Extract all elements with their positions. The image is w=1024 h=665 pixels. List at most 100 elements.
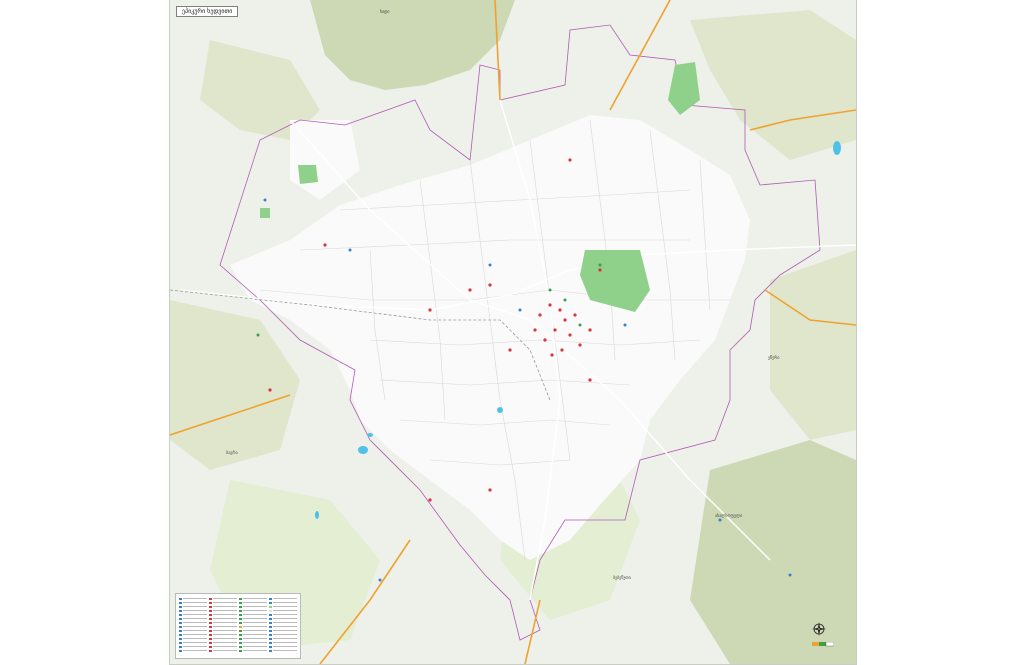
legend-row [179,629,207,632]
legend-symbol [179,629,182,632]
legend-row [239,649,267,652]
place-label-north: ხიდი [380,9,390,14]
legend-symbol [269,625,272,628]
legend-text [213,622,237,623]
legend-text [183,634,207,635]
legend-symbol [239,645,242,648]
legend-row [209,633,237,636]
legend-text [183,622,207,623]
legend-symbol [179,601,182,604]
legend-row [179,605,207,608]
legend-symbol [239,601,242,604]
legend-symbol [209,613,212,616]
legend-symbol [179,617,182,620]
map-sheet[interactable]: ეპიკური ხედვითი ხიდი ეწერი ბაგრა ახალსოფ… [169,0,857,665]
legend-symbol [179,597,182,600]
legend-row [269,617,297,620]
legend-symbol [209,601,212,604]
legend-text [273,618,297,619]
legend-row [209,617,237,620]
legend-row [179,633,207,636]
legend-text [273,610,297,611]
legend-row [179,613,207,616]
legend-text [213,642,237,643]
legend-row [269,601,297,604]
legend-text [183,630,207,631]
legend-text [273,622,297,623]
legend-text [273,650,297,651]
legend-row [269,633,297,636]
legend-symbol [179,641,182,644]
legend-row [209,641,237,644]
legend-text [183,598,207,599]
legend-row [209,609,237,612]
legend-row [269,605,297,608]
legend-text [213,650,237,651]
legend-symbol [239,621,242,624]
legend-symbol [209,637,212,640]
legend-symbol [209,617,212,620]
scale-bar [812,642,834,647]
place-label-west: ბაგრა [226,450,238,455]
legend-text [183,614,207,615]
legend-row [239,645,267,648]
legend-text [273,646,297,647]
legend-text [243,598,267,599]
place-label-south: ბებეწუთი [613,575,631,580]
legend-row [239,597,267,600]
legend-row [209,645,237,648]
legend-text [243,610,267,611]
legend-row [269,641,297,644]
legend-symbol [269,605,272,608]
legend-text [243,638,267,639]
legend-text [273,626,297,627]
small-park [260,208,270,218]
legend-text [213,598,237,599]
legend-text [183,606,207,607]
legend-row [269,609,297,612]
legend-text [243,626,267,627]
north-arrow-icon [812,622,826,636]
legend-symbol [239,641,242,644]
legend-text [183,610,207,611]
legend-row [239,613,267,616]
legend-text [183,638,207,639]
map-legend [175,593,301,659]
legend-symbol [179,645,182,648]
legend-text [213,626,237,627]
legend-symbol [209,597,212,600]
legend-text [243,618,267,619]
legend-text [243,650,267,651]
legend-text [213,614,237,615]
legend-text [213,634,237,635]
legend-symbol [209,605,212,608]
legend-row [239,641,267,644]
legend-symbol [179,605,182,608]
legend-text [213,638,237,639]
legend-symbol [239,617,242,620]
legend-row [269,637,297,640]
legend-text [273,602,297,603]
legend-symbol [209,621,212,624]
place-label-southeast: ახალსოფელი [715,513,743,518]
legend-symbol [239,605,242,608]
legend-column-2 [209,597,237,653]
legend-symbol [269,649,272,652]
legend-text [243,646,267,647]
legend-row [269,613,297,616]
legend-row [269,645,297,648]
legend-row [269,625,297,628]
legend-symbol [209,633,212,636]
map-canvas[interactable] [170,0,856,664]
forest-area-southeast [690,440,856,664]
legend-symbol [269,613,272,616]
legend-text [183,650,207,651]
legend-row [209,597,237,600]
legend-text [213,630,237,631]
legend-text [183,618,207,619]
legend-symbol [269,629,272,632]
legend-row [179,649,207,652]
legend-symbol [239,609,242,612]
legend-text [273,630,297,631]
legend-row [239,625,267,628]
